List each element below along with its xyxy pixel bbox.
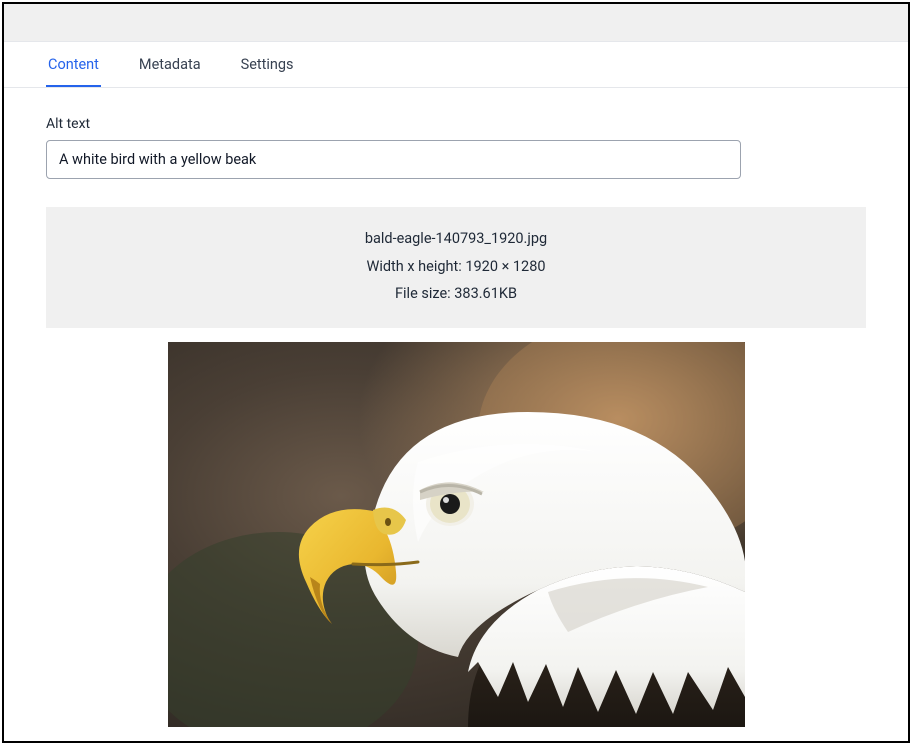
alt-text-input[interactable]	[46, 140, 741, 179]
file-info-panel: bald-eagle-140793_1920.jpg Width x heigh…	[46, 207, 866, 328]
file-size: File size: 383.61KB	[58, 280, 854, 308]
alt-text-label: Alt text	[46, 116, 866, 132]
eagle-image-placeholder	[168, 342, 745, 727]
filesize-label: File size:	[395, 285, 451, 302]
tab-content[interactable]: Content	[46, 42, 101, 87]
file-name: bald-eagle-140793_1920.jpg	[58, 225, 854, 253]
file-dimensions: Width x height: 1920 × 1280	[58, 253, 854, 281]
tab-metadata[interactable]: Metadata	[137, 42, 203, 87]
window-topbar	[4, 4, 908, 42]
tab-settings[interactable]: Settings	[239, 42, 296, 87]
tab-bar: Content Metadata Settings	[4, 42, 908, 88]
content-panel: Alt text bald-eagle-140793_1920.jpg Widt…	[4, 88, 908, 741]
dimensions-value: 1920 × 1280	[465, 258, 545, 275]
dimensions-label: Width x height:	[366, 258, 461, 275]
image-preview	[168, 342, 745, 727]
filesize-value: 383.61KB	[454, 285, 517, 302]
image-preview-container	[46, 342, 866, 741]
